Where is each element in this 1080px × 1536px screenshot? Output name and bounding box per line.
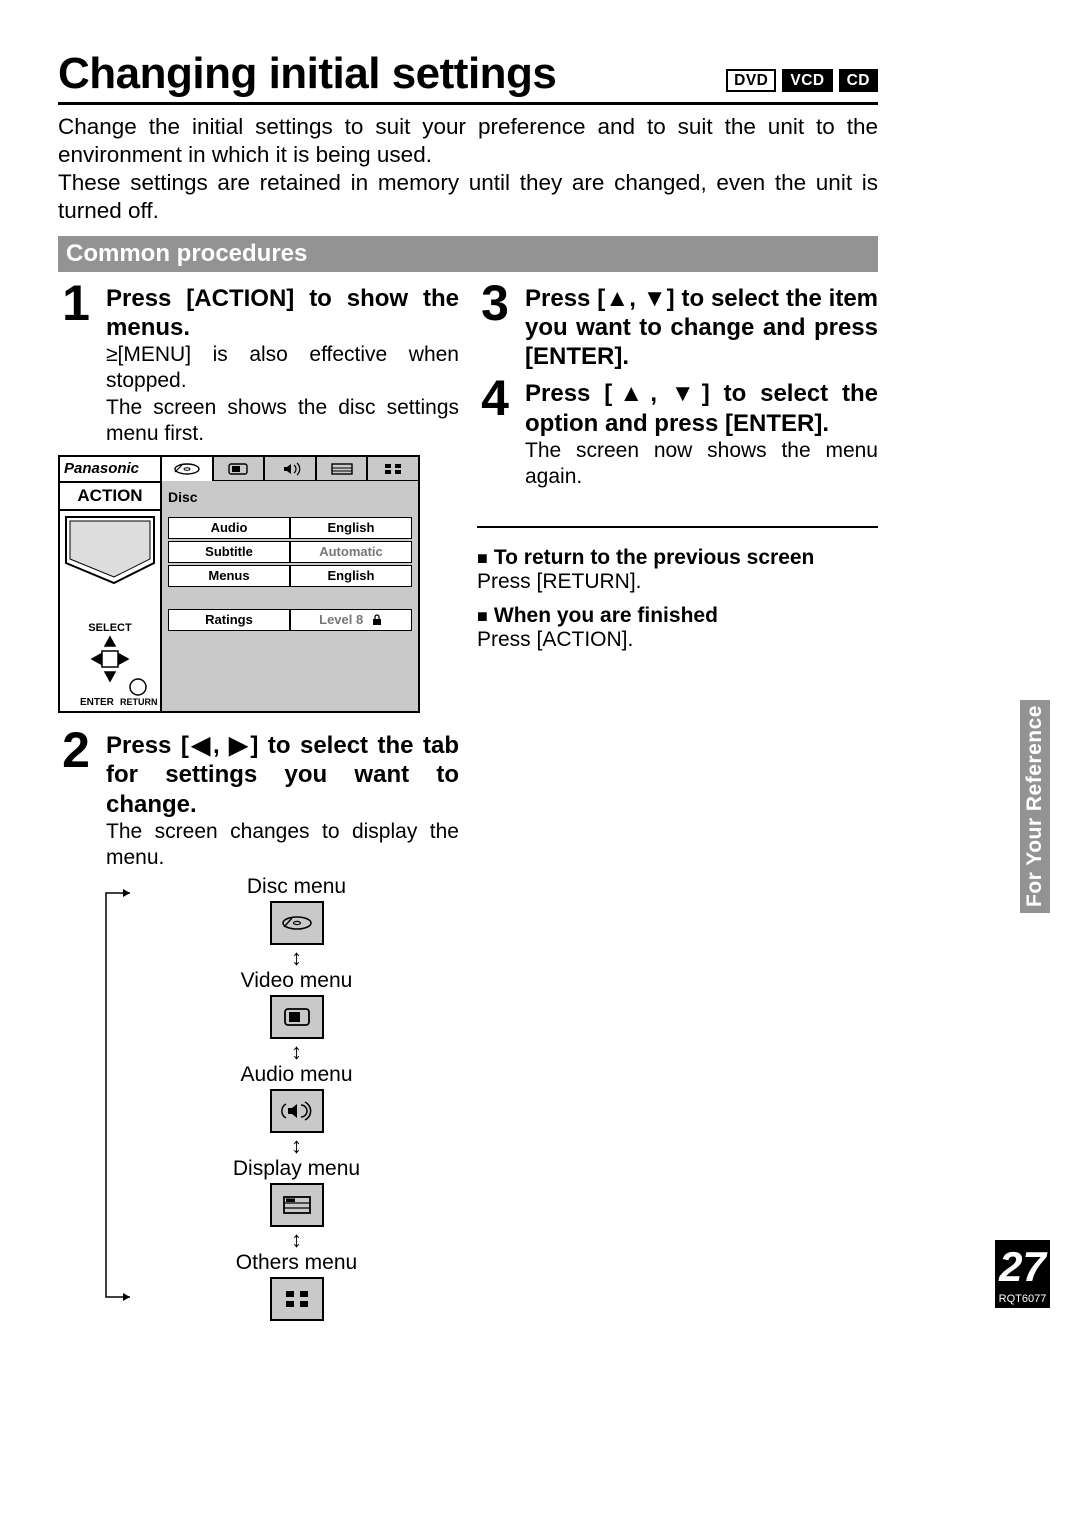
osd-row-subtitle: Subtitle Automatic [168,541,412,563]
cycle-label-others: Others menu [232,1251,362,1275]
osd-ratings-value: Level 8 [290,609,412,631]
osd-tabs [162,457,418,481]
note-finish-title: When you are finished [494,604,718,627]
square-bullet-icon: ■ [477,606,488,626]
action-label: ACTION [60,483,160,511]
step-1-num: 1 [58,278,94,448]
page-title: Changing initial settings [58,52,556,96]
svg-text:SELECT: SELECT [88,622,132,634]
cycle-icon-disc-icon [270,901,324,945]
tab-disc-icon [162,457,213,481]
section-bar: Common procedures [58,236,878,272]
title-rule [58,102,878,105]
step-1-title: Press [ACTION] to show the menus. [106,284,459,343]
tab-video-icon [213,457,265,481]
page-number: 27 [995,1240,1050,1292]
osd-table: Audio English Subtitle Automatic Menus E… [162,517,418,677]
note-return: ■ To return to the previous screen Press … [477,546,878,594]
cycle-label-video: Video menu [232,969,362,993]
badge-dvd: DVD [726,69,776,92]
svg-text:ENTER: ENTER [80,697,115,708]
step-2-sub: The screen changes to display the menu. [106,819,459,872]
osd-figure: Panasonic ACTION SELECT [58,455,420,713]
osd-row-ratings: Ratings Level 8 [168,609,412,631]
cycle-icon-display-icon [270,1183,324,1227]
page-number-box: 27 RQT6077 [995,1240,1050,1308]
cycle-arrow-1: ↕ [232,947,362,969]
badge-vcd: VCD [782,69,832,92]
osd-ratings-label: Ratings [168,609,290,631]
osd-row-audio: Audio English [168,517,412,539]
note-return-body: Press [RETURN]. [477,570,642,593]
step-3-title: Press [▲, ▼] to select the item you want… [525,284,878,372]
osd-menus-value: English [290,565,412,587]
cycle-icon-audio-icon [270,1089,324,1133]
osd-subtitle-value: Automatic [290,541,412,563]
remote-art: SELECT [60,511,160,711]
cycle-label-disc: Disc menu [232,875,362,899]
step-2-num: 2 [58,725,94,871]
cycle-arrow-3: ↕ [232,1135,362,1157]
osd-subtitle-label: Subtitle [168,541,290,563]
step-4-title: Press [▲, ▼] to select the option and pr… [525,379,878,438]
lock-icon [371,612,383,632]
step-4-num: 4 [477,373,513,490]
osd-menus-label: Menus [168,565,290,587]
cycle-label-display: Display menu [232,1157,362,1181]
step-4: 4 Press [▲, ▼] to select the option and … [477,373,878,490]
tab-audio-icon [264,457,316,481]
cycle-arrow-4: ↕ [232,1229,362,1251]
cycle-arrow-2: ↕ [232,1041,362,1063]
side-tab: For Your Reference [1020,700,1050,913]
badge-cd: CD [839,69,878,92]
step-1-bullet: ≥[MENU] is also effective when stopped. [106,342,459,395]
cycle-label-audio: Audio menu [232,1063,362,1087]
note-finish-body: Press [ACTION]. [477,628,633,651]
right-divider [477,526,878,528]
osd-tab-label: Disc [162,481,418,517]
brand-label: Panasonic [60,457,160,483]
step-1: 1 Press [ACTION] to show the menus. ≥[ME… [58,278,459,448]
step-4-sub: The screen now shows the menu again. [525,438,878,491]
tab-display-icon [316,457,368,481]
step-2-title: Press [◀, ▶] to select the tab for setti… [106,731,459,819]
intro-text: Change the initial settings to suit your… [58,113,878,226]
osd-audio-label: Audio [168,517,290,539]
intro-line-1: Change the initial settings to suit your… [58,113,878,169]
tab-others-icon [367,457,418,481]
step-1-sub: The screen shows the disc settings menu … [106,395,459,448]
format-badges: DVD VCD CD [726,69,878,92]
square-bullet-icon: ■ [477,548,488,568]
page-code: RQT6077 [995,1292,1050,1306]
osd-ratings-value-text: Level 8 [319,612,363,627]
note-finish: ■ When you are finished Press [ACTION]. [477,604,878,652]
cycle-icon-others-icon [270,1277,324,1321]
osd-audio-value: English [290,517,412,539]
step-2: 2 Press [◀, ▶] to select the tab for set… [58,725,459,871]
step-3-num: 3 [477,278,513,372]
svg-text:RETURN: RETURN [120,697,158,707]
menu-cycle: Disc menu ↕ Video menu ↕ Audio menu [94,875,459,1323]
step-3: 3 Press [▲, ▼] to select the item you wa… [477,278,878,372]
osd-row-menus: Menus English [168,565,412,587]
note-return-title: To return to the previous screen [494,546,815,569]
cycle-icon-video-icon [270,995,324,1039]
cycle-loop-arrow [94,875,134,1323]
intro-line-2: These settings are retained in memory un… [58,169,878,225]
